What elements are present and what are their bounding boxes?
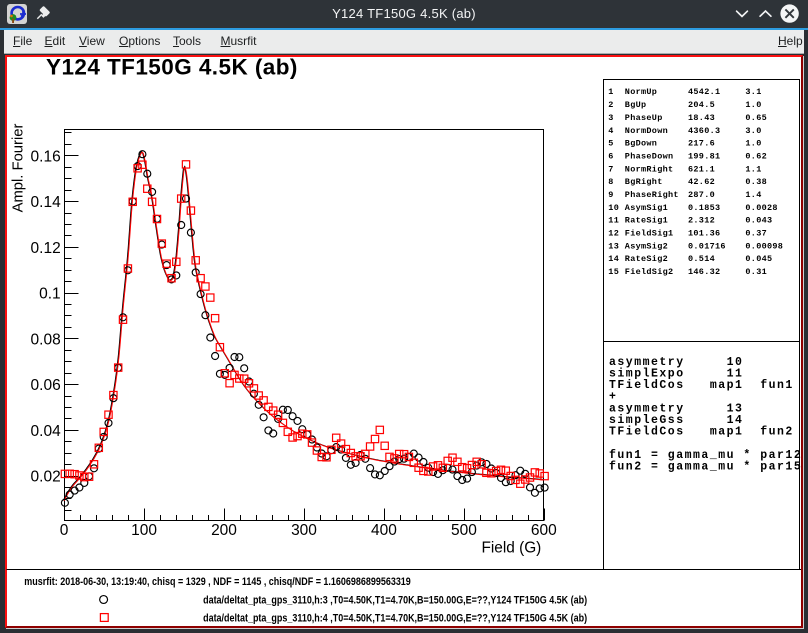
svg-text:4360.3: 4360.3 [688, 126, 720, 136]
svg-text:400: 400 [371, 522, 397, 539]
svg-text:1: 1 [608, 87, 613, 97]
svg-text:RateSig2: RateSig2 [625, 254, 668, 264]
svg-text:0: 0 [60, 522, 69, 539]
svg-text:4: 4 [608, 126, 613, 136]
svg-text:18.43: 18.43 [688, 113, 715, 123]
svg-text:0.043: 0.043 [745, 216, 772, 226]
svg-text:9: 9 [608, 190, 613, 200]
svg-text:0.38: 0.38 [745, 177, 767, 187]
svg-text:6: 6 [608, 151, 613, 161]
svg-text:0.045: 0.045 [745, 254, 772, 264]
svg-text:1.4: 1.4 [745, 190, 761, 200]
svg-text:300: 300 [291, 522, 317, 539]
svg-text:PhaseDown: PhaseDown [625, 151, 674, 161]
svg-text:NormUp: NormUp [625, 87, 657, 97]
svg-text:PhaseRight: PhaseRight [625, 190, 679, 200]
svg-text:AsymSig2: AsymSig2 [625, 241, 668, 251]
svg-text:0.14: 0.14 [31, 194, 62, 211]
svg-text:200: 200 [211, 522, 237, 539]
svg-text:musrfit: 2018-06-30, 13:19:40,: musrfit: 2018-06-30, 13:19:40, chisq = 1… [24, 576, 411, 588]
svg-text:0.0028: 0.0028 [745, 203, 777, 213]
svg-text:12: 12 [608, 229, 619, 239]
svg-text:100: 100 [131, 522, 157, 539]
svg-text:11: 11 [608, 216, 619, 226]
svg-text:101.36: 101.36 [688, 229, 720, 239]
svg-text:199.81: 199.81 [688, 151, 720, 161]
svg-text:1.0: 1.0 [745, 139, 761, 149]
svg-text:NormRight: NormRight [625, 164, 674, 174]
svg-text:fun2 = gamma_mu * par15: fun2 = gamma_mu * par15 [609, 461, 802, 474]
svg-text:data/deltat_pta_gps_3110,h:3 ,: data/deltat_pta_gps_3110,h:3 ,T0=4.50K,T… [203, 594, 587, 606]
svg-text:0.02: 0.02 [31, 469, 61, 486]
svg-text:0.65: 0.65 [745, 113, 767, 123]
svg-text:0.16: 0.16 [31, 148, 61, 165]
svg-text:BgDown: BgDown [625, 139, 657, 149]
svg-text:0.62: 0.62 [745, 151, 767, 161]
svg-text:42.62: 42.62 [688, 177, 715, 187]
svg-text:FieldSig1: FieldSig1 [625, 229, 674, 239]
svg-text:10: 10 [608, 203, 619, 213]
svg-text:287.0: 287.0 [688, 190, 715, 200]
svg-text:0.00098: 0.00098 [745, 241, 783, 251]
svg-text:3.0: 3.0 [745, 126, 761, 136]
svg-text:500: 500 [451, 522, 477, 539]
svg-text:621.1: 621.1 [688, 164, 715, 174]
svg-text:BgUp: BgUp [625, 100, 647, 110]
svg-text:Y124 TF150G 4.5K (ab): Y124 TF150G 4.5K (ab) [46, 55, 297, 80]
svg-text:0.08: 0.08 [31, 331, 61, 348]
svg-text:0.01716: 0.01716 [688, 241, 726, 251]
svg-text:TFieldCos map1 fun1: TFieldCos map1 fun1 [609, 379, 794, 392]
svg-text:2: 2 [608, 100, 613, 110]
svg-text:1.1: 1.1 [745, 164, 761, 174]
svg-text:3: 3 [608, 113, 613, 123]
svg-text:7: 7 [608, 164, 613, 174]
svg-text:0.37: 0.37 [745, 229, 767, 239]
svg-text:0.1853: 0.1853 [688, 203, 720, 213]
svg-text:Field (G): Field (G) [481, 539, 541, 556]
svg-text:14: 14 [608, 254, 619, 264]
svg-text:1.0: 1.0 [745, 100, 761, 110]
svg-text:13: 13 [608, 241, 619, 251]
svg-text:600: 600 [531, 522, 557, 539]
svg-text:0.06: 0.06 [31, 377, 61, 394]
svg-text:15: 15 [608, 267, 619, 277]
svg-text:0.04: 0.04 [31, 423, 62, 440]
svg-text:5: 5 [608, 139, 613, 149]
svg-text:AsymSig1: AsymSig1 [625, 203, 668, 213]
svg-text:2.312: 2.312 [688, 216, 715, 226]
svg-text:0.12: 0.12 [31, 240, 61, 257]
svg-text:TFieldCos map1 fun2: TFieldCos map1 fun2 [609, 426, 794, 439]
svg-text:217.6: 217.6 [688, 139, 715, 149]
svg-text:0.31: 0.31 [745, 267, 767, 277]
svg-text:NormDown: NormDown [625, 126, 668, 136]
svg-text:PhaseUp: PhaseUp [625, 113, 663, 123]
svg-text:4542.1: 4542.1 [688, 87, 720, 97]
svg-text:3.1: 3.1 [745, 87, 761, 97]
svg-text:146.32: 146.32 [688, 267, 720, 277]
svg-text:BgRight: BgRight [625, 177, 663, 187]
svg-text:8: 8 [608, 177, 613, 187]
svg-text:0.514: 0.514 [688, 254, 715, 264]
svg-text:Ampl. Fourier: Ampl. Fourier [11, 124, 27, 213]
svg-text:RateSig1: RateSig1 [625, 216, 668, 226]
svg-text:0.1: 0.1 [39, 286, 61, 303]
svg-text:data/deltat_pta_gps_3110,h:4 ,: data/deltat_pta_gps_3110,h:4 ,T0=4.50K,T… [203, 612, 587, 624]
svg-text:204.5: 204.5 [688, 100, 715, 110]
svg-text:FieldSig2: FieldSig2 [625, 267, 674, 277]
